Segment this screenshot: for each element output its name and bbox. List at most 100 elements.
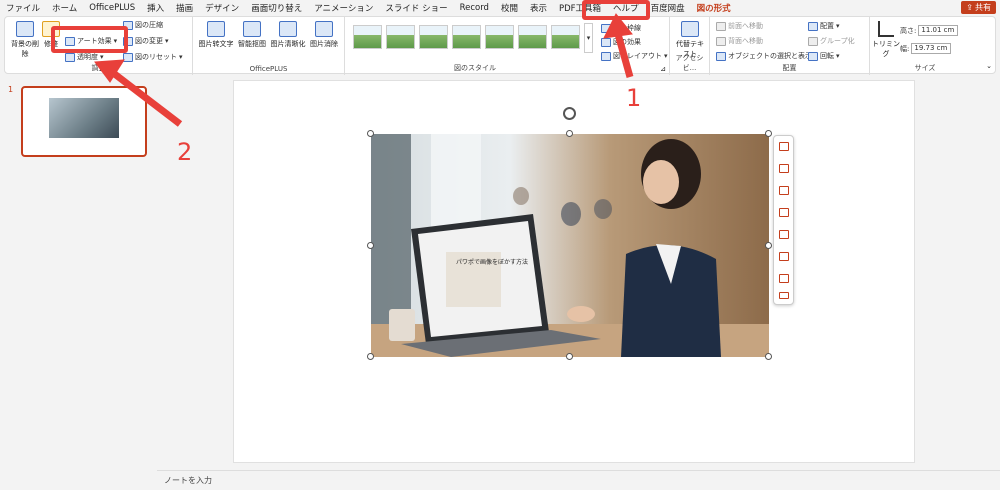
tab-review[interactable]: 校閲 — [495, 2, 524, 14]
tab-view[interactable]: 表示 — [524, 2, 553, 14]
align-button[interactable]: 配置 ▾ — [808, 21, 840, 31]
tab-picture-format[interactable]: 図の形式 — [691, 2, 737, 14]
share-label: 共有 — [975, 3, 991, 12]
picture-border-button[interactable]: 図の枠線 — [601, 23, 641, 33]
bring-forward-label: 前面へ移動 — [728, 22, 763, 30]
adjust-group-label: 調整 — [91, 64, 106, 72]
smart-cutout-button[interactable]: 智能抠图 — [236, 21, 268, 49]
annotation-number-1: 1 — [626, 84, 642, 112]
resize-handle-bottom-left[interactable] — [367, 353, 374, 360]
tab-officeplus[interactable]: OfficePLUS — [83, 3, 141, 13]
gallery-more-button[interactable]: ▾ — [584, 23, 593, 53]
resize-handle-left[interactable] — [367, 242, 374, 249]
resize-handle-bottom[interactable] — [566, 353, 573, 360]
compress-pictures-button[interactable]: 図の圧縮 — [123, 20, 163, 30]
slide-thumbnail[interactable] — [21, 86, 147, 157]
image-frame-icon[interactable] — [779, 274, 789, 283]
selection-pane-button[interactable]: オブジェクトの選択と表示 — [716, 51, 812, 61]
group-button[interactable]: グループ化 — [808, 36, 855, 46]
tab-animations[interactable]: アニメーション — [308, 2, 379, 14]
notes-pane[interactable]: ノートを入力 — [157, 470, 1000, 490]
style-gallery-item[interactable] — [485, 25, 514, 49]
chevron-down-icon: ▾ — [586, 34, 591, 42]
picture-border-icon — [601, 23, 611, 33]
transparency-button[interactable]: 透明度 ▾ — [65, 52, 104, 62]
selection-pane-icon — [716, 51, 726, 61]
style-gallery-item[interactable] — [386, 25, 415, 49]
send-backward-label: 背面へ移動 — [728, 37, 763, 45]
width-input[interactable]: 19.73 cm — [911, 43, 952, 54]
selection-pane-label: オブジェクトの選択と表示 — [728, 52, 812, 60]
remove-background-button[interactable]: 背景の削除 — [11, 21, 39, 59]
picture-layout-button[interactable]: 図のレイアウト ▾ — [601, 51, 668, 61]
accessibility-group-label: アクセシビ... — [675, 54, 704, 72]
resize-handle-top-left[interactable] — [367, 130, 374, 137]
reset-picture-label: 図のリセット — [135, 53, 177, 61]
share-icon: ⇪ — [966, 3, 973, 12]
tab-baidu[interactable]: 百度网盘 — [645, 2, 691, 14]
group-icon — [808, 36, 818, 46]
alt-text-icon — [681, 21, 699, 37]
tab-transitions[interactable]: 画面切り替え — [245, 2, 308, 14]
dialog-launcher-icon[interactable]: ⊿ — [660, 65, 666, 73]
picture-layout-icon — [601, 51, 611, 61]
tab-file[interactable]: ファイル — [0, 2, 46, 14]
resize-handle-bottom-right[interactable] — [765, 353, 772, 360]
layout-icon[interactable] — [779, 292, 789, 299]
height-label: 高さ: — [900, 26, 917, 35]
compress-label: 図の圧縮 — [135, 21, 163, 29]
send-backward-button[interactable]: 背面へ移動 — [716, 36, 763, 46]
chevron-down-icon: ▾ — [836, 52, 840, 60]
picture-effects-button[interactable]: 図の効果 — [601, 37, 641, 47]
height-field: 高さ: 11.01 cm — [900, 25, 959, 36]
rotate-button[interactable]: 回転 ▾ — [808, 51, 840, 61]
remove-background-icon — [16, 21, 34, 37]
image-erase-icon — [315, 21, 333, 37]
image-erase-button[interactable]: 图片消除 — [308, 21, 340, 49]
rotate-handle-icon[interactable] — [563, 107, 576, 120]
picture-style-icon[interactable] — [779, 164, 789, 173]
change-picture-button[interactable]: 図の変更 ▾ — [123, 36, 169, 46]
tab-record[interactable]: Record — [454, 3, 495, 13]
reset-picture-button[interactable]: 図のリセット ▾ — [123, 52, 183, 62]
style-gallery-item[interactable] — [419, 25, 448, 49]
style-gallery-item[interactable] — [551, 25, 580, 49]
arrange-group: 前面へ移動 背面へ移動 オブジェクトの選択と表示 配置 ▾ グループ化 回転 ▾… — [710, 17, 870, 75]
picture-border-label: 図の枠線 — [613, 24, 641, 32]
style-gallery-item[interactable] — [518, 25, 547, 49]
image-sharpen-button[interactable]: 图片清晰化 — [270, 21, 306, 49]
image-adjust-icon[interactable] — [779, 208, 789, 217]
accessibility-group: 代替テキスト アクセシビ... — [670, 17, 710, 75]
size-group: トリミング 高さ: 11.01 cm 幅: 19.73 cm サイズ — [870, 17, 980, 75]
chevron-down-icon: ▾ — [165, 37, 169, 45]
ribbon: 背景の削除 修整 アート効果 ▾ 透明度 ▾ 図の圧縮 図の変更 ▾ 図のリセッ… — [4, 16, 996, 75]
smart-select-icon[interactable] — [779, 230, 789, 239]
tab-draw[interactable]: 描画 — [170, 2, 199, 14]
collapse-ribbon-icon[interactable]: ⌄ — [986, 62, 992, 70]
image-to-text-button[interactable]: 图片转文字 — [198, 21, 234, 49]
office-photo: パワポで画像をぼかす方法 — [371, 134, 769, 357]
tab-slideshow[interactable]: スライド ショー — [379, 2, 453, 14]
share-button[interactable]: ⇪ 共有 — [961, 1, 996, 14]
floating-picture-toolbar — [773, 135, 794, 305]
crop-button[interactable]: トリミング — [872, 21, 900, 59]
tab-home[interactable]: ホーム — [46, 2, 83, 14]
image-copy-icon[interactable] — [779, 252, 789, 261]
crop-label: トリミング — [872, 40, 900, 58]
style-gallery-item[interactable] — [452, 25, 481, 49]
resize-handle-top[interactable] — [566, 130, 573, 137]
chevron-down-icon: ▾ — [100, 53, 104, 61]
tab-insert[interactable]: 挿入 — [141, 2, 170, 14]
tab-design[interactable]: デザイン — [199, 2, 245, 14]
rotate-icon — [808, 51, 818, 61]
height-input[interactable]: 11.01 cm — [918, 25, 959, 36]
style-gallery-item[interactable] — [353, 25, 382, 49]
bring-forward-button[interactable]: 前面へ移動 — [716, 21, 763, 31]
replace-picture-icon[interactable] — [779, 186, 789, 195]
smart-cutout-icon — [243, 21, 261, 37]
resize-handle-right[interactable] — [765, 242, 772, 249]
selected-picture[interactable]: パワポで画像をぼかす方法 — [371, 134, 769, 357]
officeplus-group: 图片转文字 智能抠图 图片清晰化 图片消除 OfficePLUS — [193, 17, 345, 75]
resize-handle-top-right[interactable] — [765, 130, 772, 137]
crop-icon[interactable] — [779, 142, 789, 151]
